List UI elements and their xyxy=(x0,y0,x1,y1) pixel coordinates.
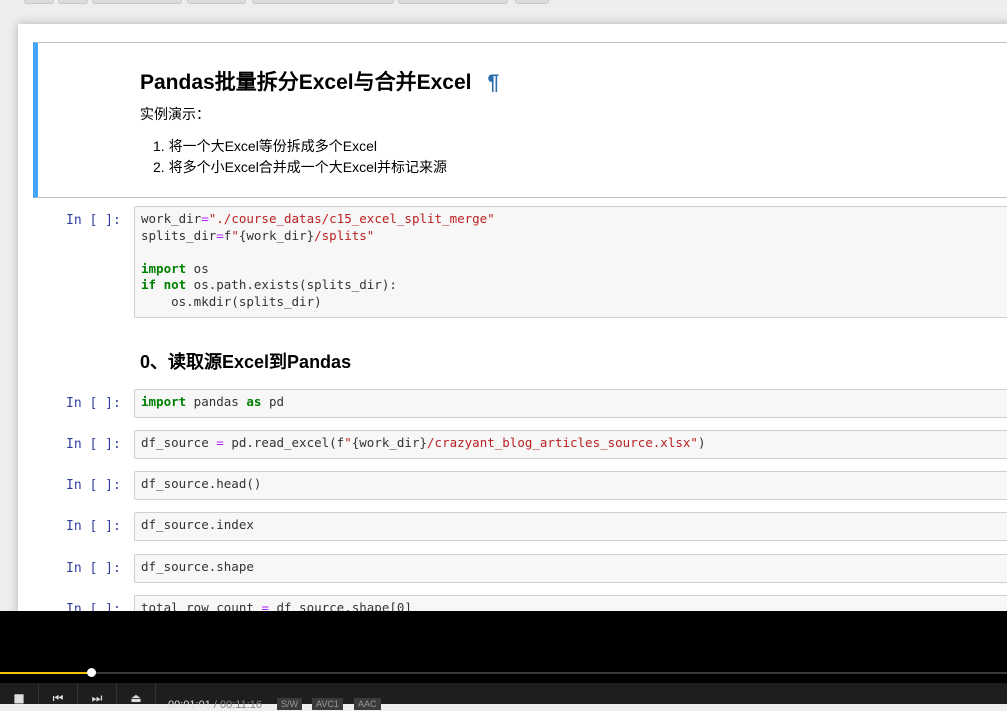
video-player-bar: ■ ⏮ ⏭ ⏏ 00:01:01 / 00:11:16 S/W AVC1 AAC xyxy=(0,611,1007,711)
toolbar-button[interactable] xyxy=(187,0,246,4)
section-heading: 0、读取源Excel到Pandas xyxy=(140,352,352,372)
notebook-container: Pandas批量拆分Excel与合并Excel ¶ 实例演示： 1. 将一个大Ex… xyxy=(18,24,1007,614)
codec-badge: AVC1 xyxy=(312,698,343,710)
code-line: splits_dir=f"{work_dir}/splits" xyxy=(141,227,375,243)
notebook-title: Pandas批量拆分Excel与合并Excel ¶ xyxy=(140,66,499,96)
cell-prompt: In [ ]: xyxy=(66,478,121,493)
code-cell[interactable]: import pandas as pd xyxy=(134,389,1007,418)
list-item: 2. 将多个小Excel合并成一个大Excel并标记来源 xyxy=(153,159,448,175)
toolbar-button[interactable] xyxy=(92,0,182,4)
toolbar-button[interactable] xyxy=(58,0,88,4)
code-line: import pandas as pd xyxy=(141,394,285,409)
seek-progress xyxy=(0,672,91,674)
cell-prompt: In [ ]: xyxy=(66,561,121,576)
seek-bar[interactable] xyxy=(0,668,1007,677)
cell-prompt: In [ ]: xyxy=(66,396,121,411)
seek-handle[interactable] xyxy=(87,668,96,677)
code-line: df_source.shape xyxy=(141,559,254,574)
code-cell[interactable]: df_source = pd.read_excel(f"{work_dir}/c… xyxy=(134,430,1007,459)
code-cell[interactable]: df_source.shape xyxy=(134,554,1007,583)
code-line: import os xyxy=(141,260,209,276)
list-item: 1. 将一个大Excel等份拆成多个Excel xyxy=(153,138,378,154)
time-readout: 00:01:01 / 00:11:16 xyxy=(168,699,262,711)
next-icon[interactable]: ⏭ xyxy=(78,683,117,704)
codec-badge: AAC xyxy=(354,698,381,710)
duration: / 00:11:16 xyxy=(213,699,263,711)
code-line: df_source.head() xyxy=(141,476,262,491)
player-controls: ■ ⏮ ⏭ ⏏ 00:01:01 / 00:11:16 S/W AVC1 AAC xyxy=(0,683,1007,711)
eject-icon[interactable]: ⏏ xyxy=(117,683,156,704)
previous-icon[interactable]: ⏮ xyxy=(39,683,78,704)
title-text: Pandas批量拆分Excel与合并Excel xyxy=(140,71,472,94)
cell-prompt: In [ ]: xyxy=(66,437,121,452)
cell-prompt: In [ ]: xyxy=(66,519,121,534)
code-line: os.mkdir(splits_dir) xyxy=(141,293,322,309)
stop-icon[interactable]: ■ xyxy=(0,683,39,704)
notebook-toolbar xyxy=(0,0,1007,6)
codec-badge: S/W xyxy=(277,698,302,710)
code-line: df_source.index xyxy=(141,517,254,532)
code-line: if not os.path.exists(splits_dir): xyxy=(141,277,397,293)
intro-list: 1. 将一个大Excel等份拆成多个Excel 2. 将多个小Excel合并成一… xyxy=(153,138,447,180)
toolbar-button[interactable] xyxy=(24,0,54,4)
cell-prompt: In [ ]: xyxy=(66,213,121,228)
toolbar-button[interactable] xyxy=(515,0,549,4)
intro-text: 实例演示： xyxy=(140,106,210,122)
toolbar-button[interactable] xyxy=(398,0,508,4)
code-cell[interactable]: df_source.head() xyxy=(134,471,1007,500)
code-line: df_source = pd.read_excel(f"{work_dir}/c… xyxy=(141,435,706,450)
code-cell[interactable]: df_source.index xyxy=(134,512,1007,541)
code-cell[interactable]: work_dir="./course_datas/c15_excel_split… xyxy=(134,206,1007,318)
toolbar-dropdown[interactable] xyxy=(252,0,394,4)
current-time: 00:01:01 xyxy=(168,699,211,711)
anchor-link-icon[interactable]: ¶ xyxy=(487,71,499,94)
code-line: work_dir="./course_datas/c15_excel_split… xyxy=(141,211,495,226)
